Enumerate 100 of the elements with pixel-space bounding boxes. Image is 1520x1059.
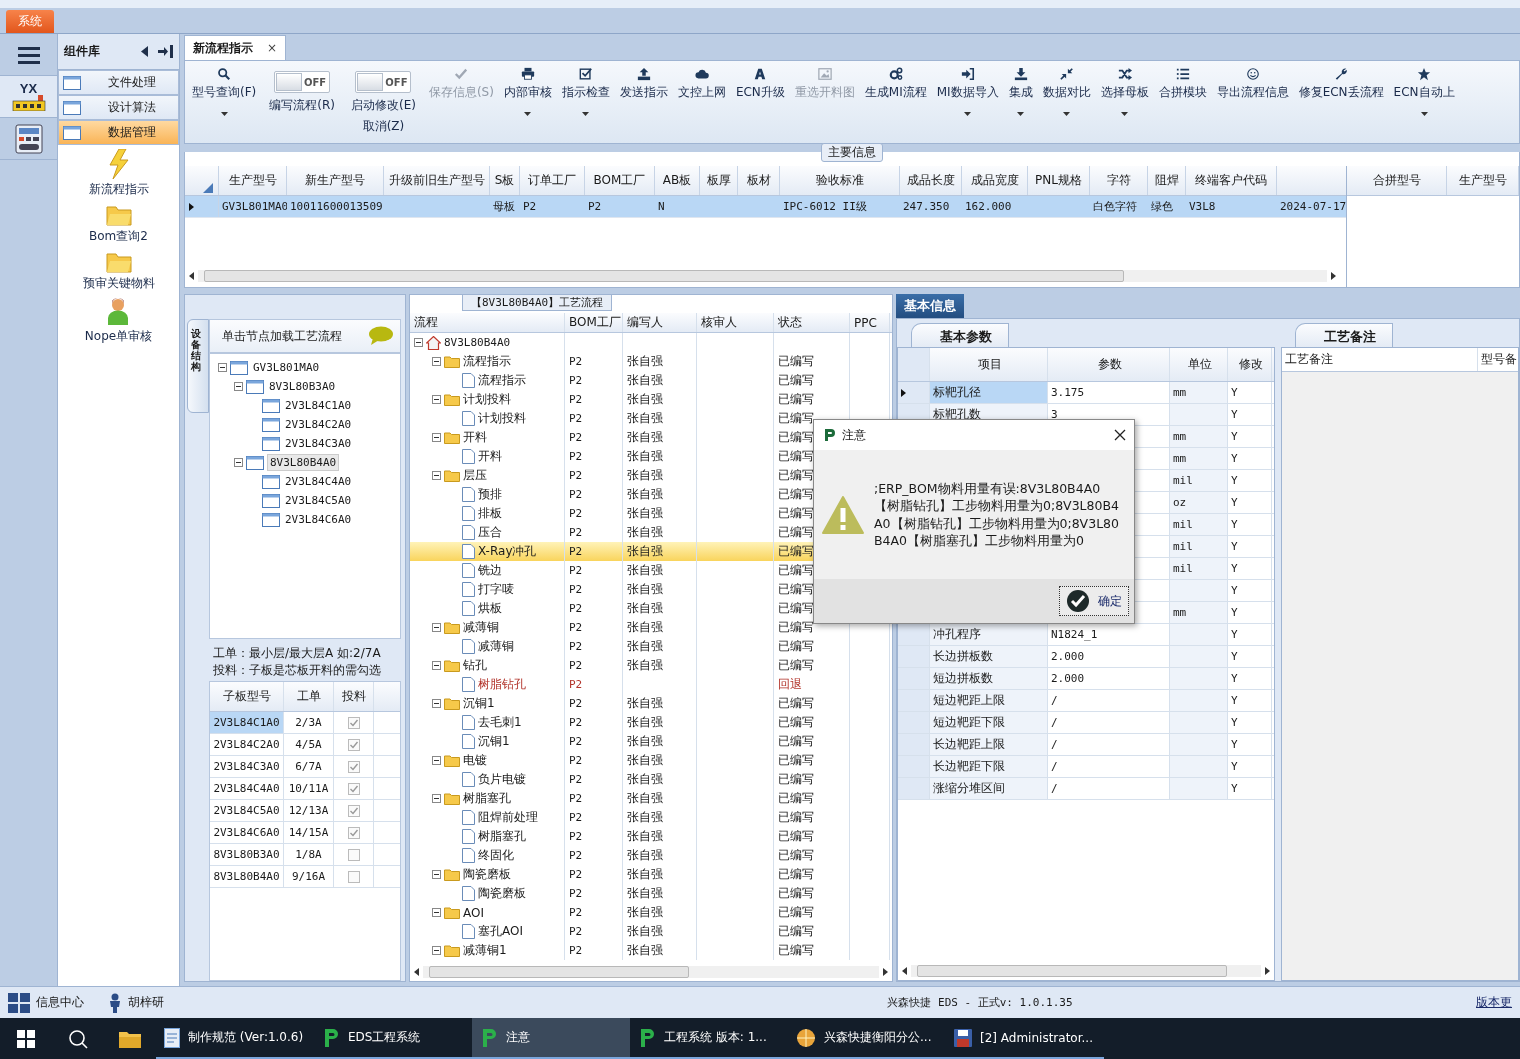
column-header[interactable]: 生产型号 — [1458, 172, 1507, 189]
tree-node[interactable]: 8V3L80B4A0 — [267, 454, 340, 471]
column-header[interactable]: 子板型号 — [222, 688, 271, 705]
toolbar-button[interactable]: ECN升级 — [730, 67, 790, 101]
update-link[interactable]: 版本更 — [1476, 994, 1512, 1011]
tree-node[interactable]: GV3L801MA0 — [251, 360, 322, 375]
column-header[interactable]: 订单工厂 — [528, 172, 576, 189]
tool-label[interactable]: 新流程指示 — [88, 181, 149, 198]
toolbar-button[interactable]: 集成 — [1003, 67, 1038, 116]
close-button[interactable]: × — [267, 41, 278, 55]
column-header[interactable]: 工艺备注 — [1285, 351, 1333, 368]
process-row[interactable]: AOI P2 张自强 已编写 — [410, 903, 892, 922]
toolbar-button[interactable]: 修复ECN丢流程 — [1293, 67, 1389, 101]
column-header[interactable]: 升级前旧生产型号 — [388, 172, 485, 189]
column-header[interactable]: BOM工厂 — [593, 172, 646, 189]
column-header[interactable]: AB板 — [662, 172, 692, 189]
process-row[interactable]: 流程指示 P2 张自强 已编写 — [410, 371, 892, 390]
column-header[interactable]: 字符 — [1106, 172, 1131, 189]
process-row[interactable]: 沉铜1 P2 张自强 已编写 — [410, 694, 892, 713]
column-header[interactable]: S板 — [494, 172, 515, 189]
process-row[interactable]: 计划投料 P2 张自强 已编写 — [410, 390, 892, 409]
table-row[interactable]: GV3L801MA0 10011600013509 母板 P2 P2 N IPC-6012 II级 247.350 162.000 白色字符 绿色 V3L8 2024-07-17 — [185, 196, 1346, 218]
column-header[interactable]: BOM工厂 — [569, 314, 621, 331]
panel-tab[interactable]: 基本参数 — [911, 323, 1009, 347]
toolbar-button[interactable]: 导出流程信息 — [1211, 67, 1294, 101]
ok-button[interactable]: 确定 — [1059, 586, 1129, 616]
process-row[interactable]: 阻焊前处理 P2 张自强 已编写 — [410, 808, 892, 827]
table-cell[interactable]: 2V3L84C1A0 — [210, 712, 284, 733]
table-cell[interactable]: 8V3L80B3A0 — [210, 844, 284, 865]
tree-node[interactable]: 2V3L84C4A0 — [283, 474, 354, 489]
toolbar-button[interactable]: ECN自动上 — [1388, 67, 1460, 116]
column-header[interactable]: PPC — [854, 315, 877, 330]
column-header[interactable]: 型号备 — [1481, 351, 1517, 368]
column-header[interactable]: 终端客户代码 — [1195, 172, 1267, 189]
table-cell[interactable]: 2V3L84C5A0 — [210, 800, 284, 821]
process-row[interactable]: 减薄铜1 P2 张自强 已编写 — [410, 941, 892, 960]
process-row[interactable]: 陶瓷磨板 P2 张自强 已编写 — [410, 884, 892, 903]
taskbar-button[interactable]: 制作规范 (Ver:1.0.6) — [156, 1018, 314, 1059]
process-row[interactable]: 沉铜1 P2 张自强 已编写 — [410, 732, 892, 751]
column-header[interactable]: 核审人 — [701, 314, 737, 331]
process-row[interactable]: 减薄铜 P2 张自强 已编写 — [410, 637, 892, 656]
process-row[interactable]: 树脂钻孔 P2 回退 — [410, 675, 892, 694]
panel-tab[interactable]: 基本信息 — [896, 294, 964, 318]
taskbar-button[interactable]: [2] Administrator... — [946, 1018, 1104, 1059]
column-header[interactable]: 工单 — [296, 688, 321, 705]
toolbar-button[interactable]: 型号查询(F) — [187, 67, 262, 116]
table-cell[interactable]: 2V3L84C4A0 — [210, 778, 284, 799]
tree-node[interactable]: 2V3L84C3A0 — [283, 436, 354, 451]
toolbar-button[interactable]: 指示检查 — [556, 67, 615, 116]
side-tab[interactable]: 设备结构 — [187, 319, 209, 413]
column-header[interactable]: 验收标准 — [815, 172, 864, 189]
toolbar-button[interactable]: MI数据导入 — [931, 67, 1004, 116]
tool-label[interactable]: Nope单审核 — [84, 328, 153, 345]
process-row[interactable]: 树脂塞孔 P2 张自强 已编写 — [410, 827, 892, 846]
column-header[interactable]: PNL规格 — [1035, 172, 1082, 189]
process-row[interactable]: 陶瓷磨板 P2 张自强 已编写 — [410, 865, 892, 884]
process-row[interactable]: 终固化 P2 张自强 已编写 — [410, 846, 892, 865]
tree-node[interactable]: 8V3L80B3A0 — [267, 379, 338, 394]
process-row[interactable]: 电镀 P2 张自强 已编写 — [410, 751, 892, 770]
toolbar-button[interactable]: 文控上网 — [672, 67, 731, 101]
column-header[interactable]: 流程 — [414, 314, 438, 331]
column-header[interactable]: 合拼型号 — [1372, 172, 1421, 189]
table-cell[interactable]: 2V3L84C3A0 — [210, 756, 284, 777]
process-row[interactable]: 流程指示 P2 张自强 已编写 — [410, 352, 892, 371]
column-header[interactable]: 生产型号 — [228, 172, 277, 189]
toggle-switch[interactable]: OFF — [355, 71, 412, 93]
process-row[interactable]: 8V3L80B4A0 — [410, 333, 892, 352]
tool-label[interactable]: Bom查询2 — [89, 228, 148, 245]
table-cell[interactable]: 2V3L84C2A0 — [210, 734, 284, 755]
column-header[interactable]: 板厚 — [706, 172, 731, 189]
toolbar-button[interactable]: 内部审核 — [498, 67, 557, 116]
process-row[interactable]: 树脂塞孔 P2 张自强 已编写 — [410, 789, 892, 808]
process-row[interactable]: 塞孔AOI P2 张自强 已编写 — [410, 922, 892, 941]
toolbar-button[interactable]: 发送指示 — [614, 67, 673, 101]
document-tab[interactable]: 新流程指示 × — [184, 35, 287, 60]
process-row[interactable]: 负片电镀 P2 张自强 已编写 — [410, 770, 892, 789]
column-header[interactable]: 单位 — [1188, 356, 1212, 373]
column-header[interactable]: 成品宽度 — [970, 172, 1019, 189]
tree-node[interactable]: 2V3L84C1A0 — [283, 398, 354, 413]
column-header[interactable]: 状态 — [778, 314, 802, 331]
toolbar-button[interactable]: 生成MI流程 — [859, 67, 932, 101]
column-header[interactable]: 参数 — [1098, 356, 1122, 373]
library-item[interactable]: 设计算法 — [58, 95, 179, 120]
tree-node[interactable]: 2V3L84C6A0 — [283, 512, 354, 527]
toolbar-button[interactable]: 合拼模块 — [1153, 67, 1212, 101]
column-header[interactable]: 阻焊 — [1154, 172, 1179, 189]
column-header[interactable]: 投料 — [341, 688, 366, 705]
column-header[interactable]: 项目 — [978, 356, 1002, 373]
process-row[interactable]: 去毛刺1 P2 张自强 已编写 — [410, 713, 892, 732]
column-header[interactable]: 编写人 — [627, 314, 663, 331]
toolbar-button[interactable]: 数据对比 — [1037, 67, 1096, 116]
library-item[interactable]: 数据管理 — [58, 120, 179, 145]
table-cell[interactable]: 8V3L80B4A0 — [210, 866, 284, 887]
process-row[interactable]: 钻孔 P2 张自强 已编写 — [410, 656, 892, 675]
column-header[interactable]: 板材 — [746, 172, 771, 189]
table-cell[interactable]: 2V3L84C6A0 — [210, 822, 284, 843]
toggle-switch[interactable]: OFF — [274, 71, 331, 93]
tree-node[interactable]: 2V3L84C5A0 — [283, 493, 354, 508]
tree-node[interactable]: 2V3L84C2A0 — [283, 417, 354, 432]
taskbar-button[interactable]: 兴森快捷衡阳分公... — [788, 1018, 946, 1059]
